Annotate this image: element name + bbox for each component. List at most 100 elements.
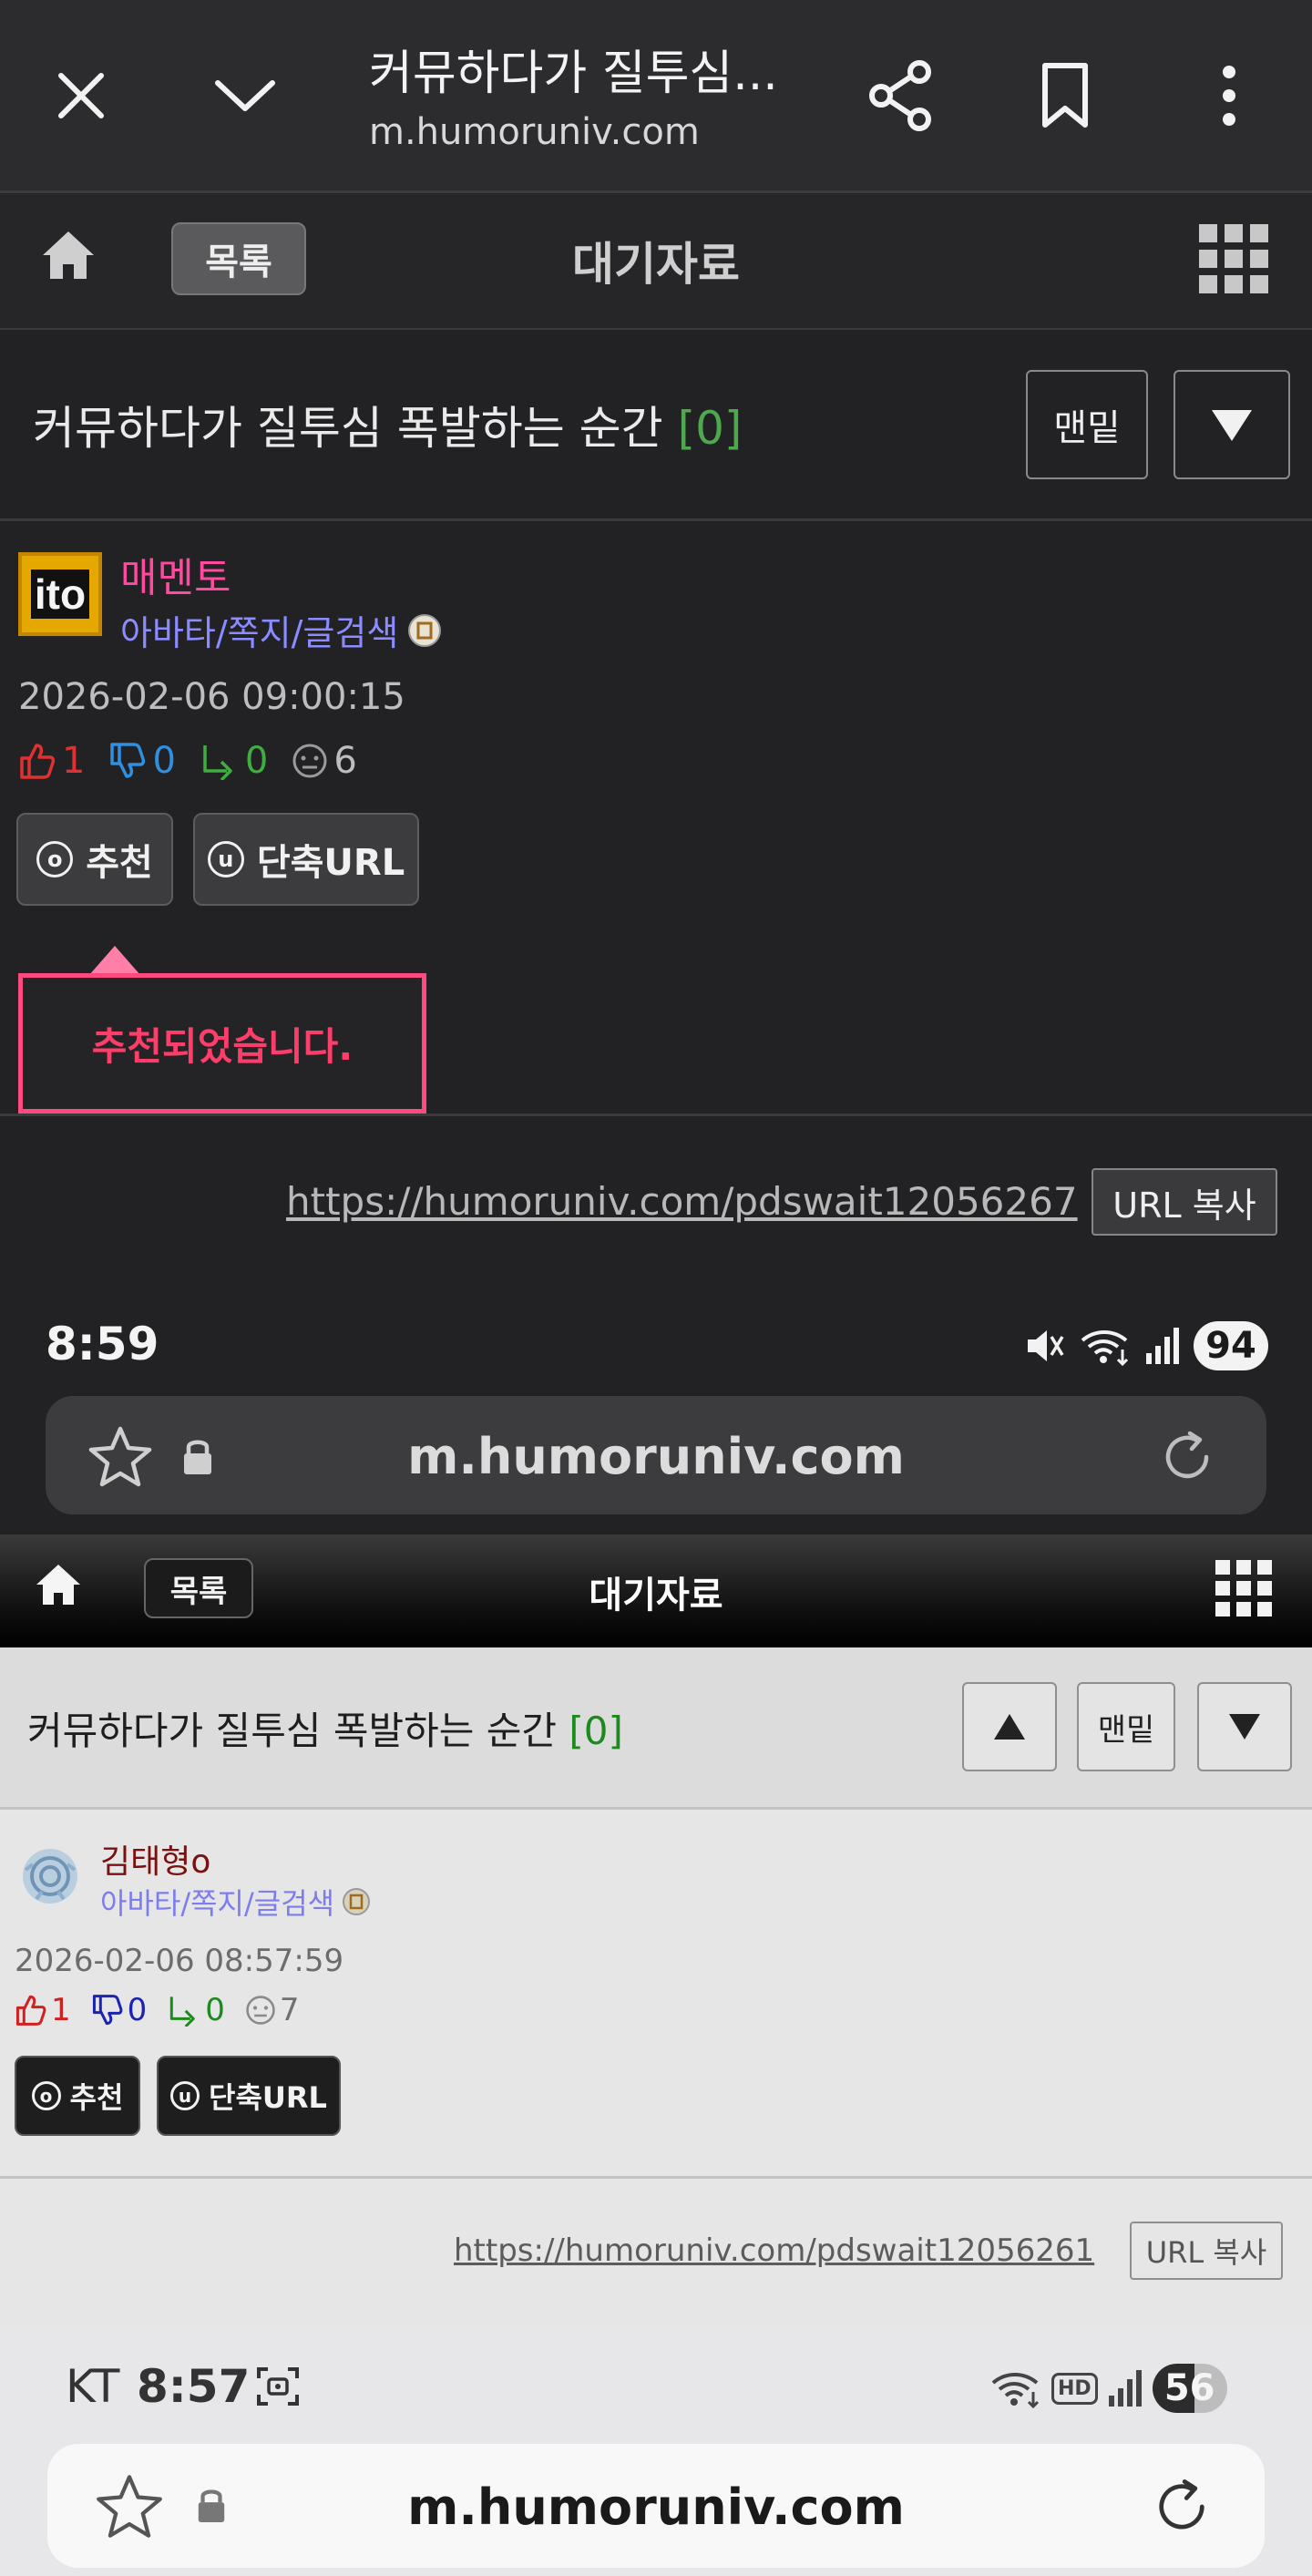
board-title: 대기자료 xyxy=(572,238,740,291)
signal-icon xyxy=(1108,2370,1142,2407)
status-time: 8:59 xyxy=(46,1318,159,1370)
status-icons: 94 xyxy=(1024,1321,1268,1370)
recommend-label: 추천 xyxy=(86,842,153,884)
hd-voice-icon: HD xyxy=(1051,2372,1098,2405)
share-icon[interactable] xyxy=(851,46,951,146)
author-name[interactable]: 매멘토 xyxy=(120,545,231,603)
refresh-icon[interactable] xyxy=(1157,1427,1217,1487)
recommend-circle-icon: o xyxy=(31,2081,61,2110)
author-links-text[interactable]: 아바타/쪽지/글검색 xyxy=(120,605,398,655)
tooltip-caret xyxy=(89,946,140,975)
recommend-circle-icon: o xyxy=(36,841,74,877)
post-title: 커뮤하다가 질투심 폭발하는 순간 [0] xyxy=(33,392,742,457)
bookmark-icon[interactable] xyxy=(1015,46,1115,146)
reply-arrow-icon xyxy=(203,745,232,780)
post-date: 2026-02-06 09:00:15 xyxy=(18,676,405,718)
share-stat: 0 xyxy=(200,740,268,782)
post-stats: 1 0 0 6 xyxy=(18,740,357,782)
mute-icon xyxy=(1028,1330,1064,1361)
triangle-up-icon xyxy=(994,1714,1025,1740)
short-url-label: 단축URL xyxy=(256,842,405,884)
status-time: 8:57 xyxy=(137,2360,251,2413)
post-stats: 1 0 0 7 xyxy=(15,1992,300,2028)
short-url-circle-icon: u xyxy=(207,841,244,877)
author-links[interactable]: 아바타/쪽지/글검색 xyxy=(100,1881,371,1923)
triangle-down-icon xyxy=(1212,410,1252,441)
grid-menu-icon[interactable] xyxy=(1215,1560,1272,1616)
board-title: 대기자료 xyxy=(589,1575,723,1616)
page-url: m.humoruniv.com xyxy=(369,111,700,153)
close-icon[interactable] xyxy=(31,46,131,146)
recommend-label: 추천 xyxy=(69,2080,124,2115)
copy-url-button[interactable]: URL 복사 xyxy=(1130,2222,1283,2280)
thumbs-up-icon xyxy=(15,1995,46,2026)
share-stat: 0 xyxy=(167,1992,225,2028)
page-title: 커뮤하다가 질투심... xyxy=(369,46,778,101)
recommend-tooltip: 추천되었습니다. xyxy=(18,973,426,1114)
divider xyxy=(0,2176,1312,2179)
post-date: 2026-02-06 08:57:59 xyxy=(15,1943,344,1979)
dislike-count: 0 xyxy=(152,740,176,782)
chevron-down-icon[interactable] xyxy=(195,46,295,146)
author-links-text[interactable]: 아바타/쪽지/글검색 xyxy=(100,1881,334,1923)
thumbs-up-icon xyxy=(20,744,56,779)
dislike-stat: 0 xyxy=(108,740,176,782)
reply-arrow-icon xyxy=(170,1996,196,2027)
view-stat: 6 xyxy=(292,740,357,782)
badge-icon xyxy=(343,1888,371,1915)
divider xyxy=(0,1114,1312,1116)
post-url-link[interactable]: https://humoruniv.com/pdswait12056267 xyxy=(286,1179,1078,1224)
short-url-button[interactable]: u 단축URL xyxy=(157,2056,341,2136)
like-stat: 1 xyxy=(18,740,85,782)
scroll-bottom-button[interactable]: 맨밑 xyxy=(1026,370,1148,479)
like-stat: 1 xyxy=(15,1992,71,2028)
post-title-text: 커뮤하다가 질투심 폭발하는 순간 xyxy=(33,402,663,455)
battery-level: 94 xyxy=(1194,1321,1268,1370)
copy-url-button[interactable]: URL 복사 xyxy=(1092,1168,1277,1236)
author-name[interactable]: 김태형o xyxy=(100,1835,210,1883)
recommend-button[interactable]: o 추천 xyxy=(16,813,173,906)
short-url-label: 단축URL xyxy=(209,2080,327,2115)
wifi-icon xyxy=(991,2373,1040,2408)
share-count: 0 xyxy=(244,740,269,782)
share-count: 0 xyxy=(205,1992,225,2028)
address-url[interactable]: m.humoruniv.com xyxy=(47,2479,1265,2536)
more-options-icon[interactable] xyxy=(1179,46,1279,146)
grid-menu-icon[interactable] xyxy=(1199,224,1268,293)
comment-count: [0] xyxy=(677,402,743,455)
comment-count: [0] xyxy=(569,1709,623,1753)
post-url-link[interactable]: https://humoruniv.com/pdswait12056261 xyxy=(454,2232,1094,2269)
face-icon xyxy=(246,1996,275,2025)
view-count: 6 xyxy=(333,740,357,782)
dislike-stat: 0 xyxy=(91,1992,148,2028)
author-links[interactable]: 아바타/쪽지/글검색 xyxy=(120,605,442,655)
scroll-bottom-button[interactable]: 맨밑 xyxy=(1077,1682,1175,1771)
avatar[interactable]: ito xyxy=(18,552,102,636)
view-count: 7 xyxy=(279,1992,300,2028)
refresh-icon[interactable] xyxy=(1150,2475,1214,2539)
dislike-count: 0 xyxy=(127,1992,148,2028)
carrier-name: KT xyxy=(66,2360,120,2413)
thumbs-down-icon xyxy=(110,743,146,778)
like-count: 1 xyxy=(51,1992,71,2028)
post-title: 커뮤하다가 질투심 폭발하는 순간 [0] xyxy=(27,1700,623,1756)
view-stat: 7 xyxy=(245,1992,300,2028)
screenshot-icon xyxy=(255,2364,301,2409)
next-post-button[interactable] xyxy=(1197,1682,1292,1771)
short-url-button[interactable]: u 단축URL xyxy=(193,813,419,906)
prev-post-button[interactable] xyxy=(962,1682,1057,1771)
signal-icon xyxy=(1146,1328,1179,1364)
avatar[interactable] xyxy=(16,1842,84,1910)
battery-level: 56 xyxy=(1152,2364,1227,2413)
short-url-circle-icon: u xyxy=(170,2081,200,2110)
badge-icon xyxy=(408,613,442,647)
recommend-button[interactable]: o 추천 xyxy=(15,2056,140,2136)
like-count: 1 xyxy=(62,740,86,782)
thumbs-down-icon xyxy=(92,1995,123,2026)
post-title-text: 커뮤하다가 질투심 폭발하는 순간 xyxy=(27,1709,558,1753)
face-icon xyxy=(292,744,327,778)
triangle-down-icon xyxy=(1229,1714,1260,1740)
address-url[interactable]: m.humoruniv.com xyxy=(46,1428,1266,1485)
wifi-icon xyxy=(1081,1330,1129,1366)
next-post-button[interactable] xyxy=(1174,370,1290,479)
